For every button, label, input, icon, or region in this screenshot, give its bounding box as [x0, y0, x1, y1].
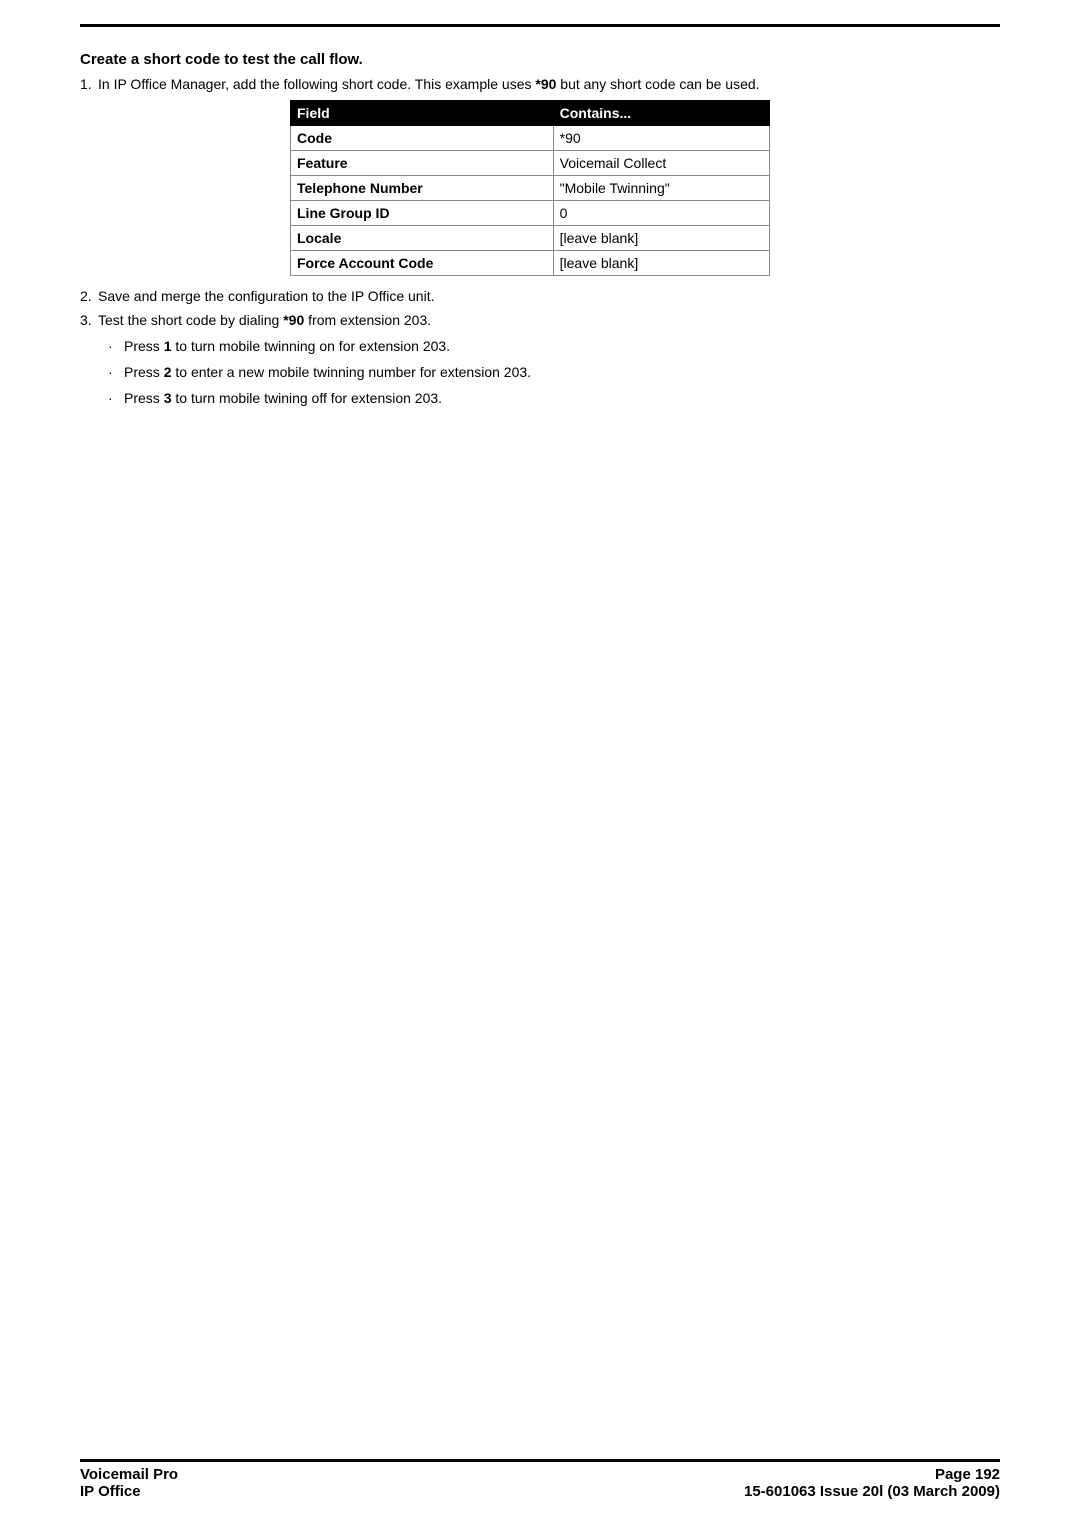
bullet-text-pre: Press — [124, 338, 164, 354]
table-cell-field: Feature — [291, 151, 554, 176]
table-cell-field: Line Group ID — [291, 201, 554, 226]
page-footer: Voicemail Pro Page 192 IP Office 15-6010… — [80, 1459, 1000, 1500]
bullet-text-pre: Press — [124, 364, 164, 380]
step-1-text-pre: In IP Office Manager, add the following … — [98, 76, 535, 92]
table-row: Line Group ID 0 — [291, 201, 770, 226]
bullet-text-post: to enter a new mobile twinning number fo… — [171, 364, 531, 380]
short-code-table-wrap: Field Contains... Code *90 Feature Voice… — [290, 100, 1000, 276]
step-3-text-post: from extension 203. — [304, 312, 431, 328]
top-horizontal-rule — [80, 24, 1000, 27]
table-cell-value: *90 — [553, 126, 769, 151]
step-1: 1.In IP Office Manager, add the followin… — [80, 76, 1000, 92]
step-2-number: 2. — [80, 288, 98, 304]
short-code-table: Field Contains... Code *90 Feature Voice… — [290, 100, 770, 276]
table-row: Feature Voicemail Collect — [291, 151, 770, 176]
step-2: 2.Save and merge the configuration to th… — [80, 288, 1000, 304]
table-cell-value: [leave blank] — [553, 251, 769, 276]
table-row: Locale [leave blank] — [291, 226, 770, 251]
table-row: Code *90 — [291, 126, 770, 151]
bullet-text-post: to turn mobile twining off for extension… — [171, 390, 442, 406]
step-1-text-post: but any short code can be used. — [556, 76, 759, 92]
list-item: ·Press 1 to turn mobile twinning on for … — [108, 338, 1000, 354]
list-item: ·Press 2 to enter a new mobile twinning … — [108, 364, 1000, 380]
footer-right-issue: 15-601063 Issue 20l (03 March 2009) — [744, 1483, 1000, 1500]
table-cell-field: Force Account Code — [291, 251, 554, 276]
bullet-dot-icon: · — [108, 364, 124, 380]
bullet-dot-icon: · — [108, 390, 124, 406]
step-3-number: 3. — [80, 312, 98, 328]
footer-left-platform: IP Office — [80, 1483, 141, 1500]
table-row: Telephone Number "Mobile Twinning" — [291, 176, 770, 201]
step-1-number: 1. — [80, 76, 98, 92]
step-1-code: *90 — [535, 76, 556, 92]
table-cell-field: Code — [291, 126, 554, 151]
footer-row-2: IP Office 15-601063 Issue 20l (03 March … — [80, 1483, 1000, 1500]
sub-bullet-list: ·Press 1 to turn mobile twinning on for … — [108, 338, 1000, 406]
bullet-dot-icon: · — [108, 338, 124, 354]
page: Create a short code to test the call flo… — [0, 0, 1080, 1528]
section-heading: Create a short code to test the call flo… — [80, 51, 1000, 68]
table-cell-value: 0 — [553, 201, 769, 226]
footer-row-1: Voicemail Pro Page 192 — [80, 1466, 1000, 1483]
table-cell-value: [leave blank] — [553, 226, 769, 251]
list-item: ·Press 3 to turn mobile twining off for … — [108, 390, 1000, 406]
bullet-text-post: to turn mobile twinning on for extension… — [171, 338, 450, 354]
step-3-text-pre: Test the short code by dialing — [98, 312, 283, 328]
step-3-code: *90 — [283, 312, 304, 328]
table-header-field: Field — [291, 101, 554, 126]
table-cell-field: Telephone Number — [291, 176, 554, 201]
step-3: 3.Test the short code by dialing *90 fro… — [80, 312, 1000, 328]
footer-horizontal-rule — [80, 1459, 1000, 1462]
table-header-row: Field Contains... — [291, 101, 770, 126]
content-area: Create a short code to test the call flo… — [80, 24, 1000, 416]
table-cell-value: "Mobile Twinning" — [553, 176, 769, 201]
step-2-text: Save and merge the configuration to the … — [98, 288, 434, 304]
footer-right-page: Page 192 — [935, 1466, 1000, 1483]
bullet-text-pre: Press — [124, 390, 164, 406]
footer-left-product: Voicemail Pro — [80, 1466, 178, 1483]
table-cell-value: Voicemail Collect — [553, 151, 769, 176]
table-header-contains: Contains... — [553, 101, 769, 126]
table-cell-field: Locale — [291, 226, 554, 251]
table-row: Force Account Code [leave blank] — [291, 251, 770, 276]
